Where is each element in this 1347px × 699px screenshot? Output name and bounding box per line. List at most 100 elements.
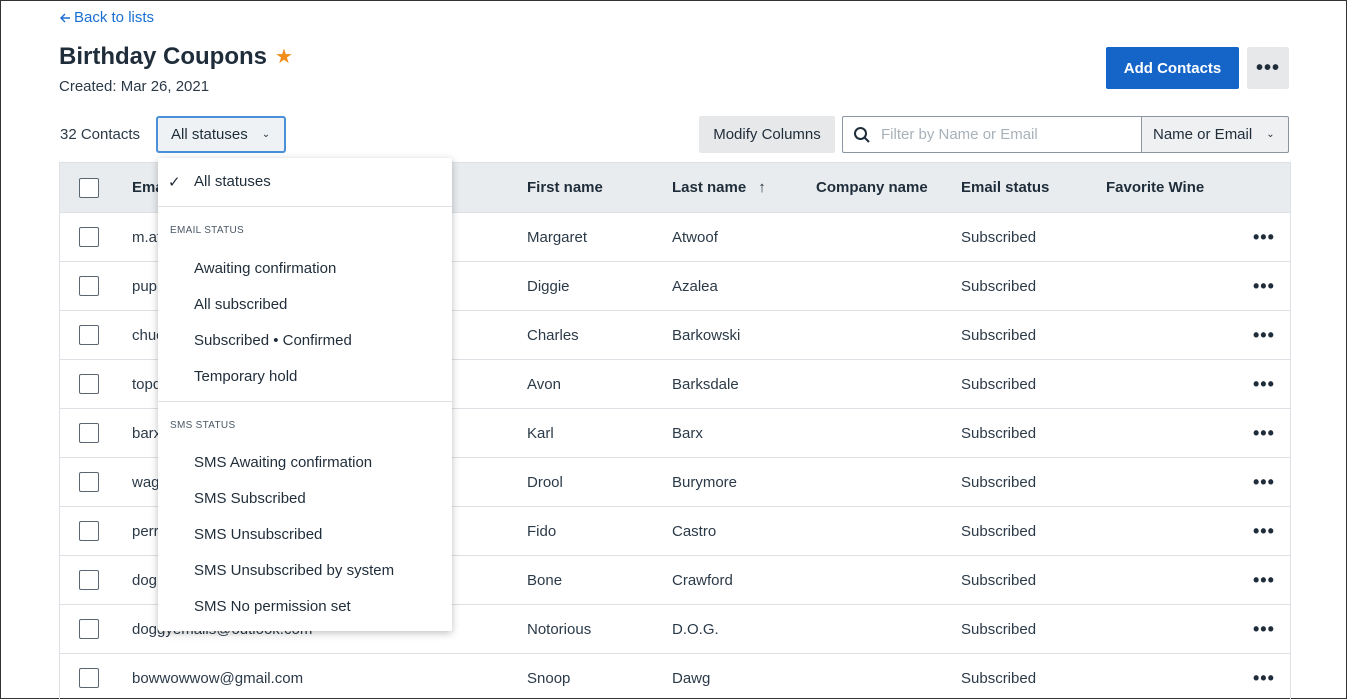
row-more-options-button[interactable]: ••• (1253, 472, 1275, 493)
dropdown-item-sms-status[interactable]: SMS Awaiting confirmation (194, 454, 372, 471)
search-scope-select[interactable]: Name or Email ⌄ (1141, 116, 1289, 153)
chevron-down-icon: ⌄ (1266, 129, 1275, 140)
sort-ascending-icon[interactable]: ↑ (758, 179, 766, 196)
cell-email: topd (132, 375, 162, 393)
column-first-name[interactable]: First name (527, 179, 603, 196)
dropdown-item-email-status[interactable]: Temporary hold (194, 368, 297, 385)
cell-last-name: Barx (672, 424, 703, 442)
status-filter-value: All statuses (171, 126, 248, 143)
dropdown-item-sms-status[interactable]: SMS Unsubscribed by system (194, 562, 394, 579)
dropdown-item-sms-status[interactable]: SMS Subscribed (194, 490, 306, 507)
cell-last-name: Azalea (672, 277, 718, 295)
cell-last-name: Barksdale (672, 375, 739, 393)
cell-email-status: Subscribed (961, 473, 1037, 491)
search-box (842, 116, 1142, 153)
column-favorite-wine[interactable]: Favorite Wine (1106, 179, 1204, 196)
cell-email: wag (132, 473, 160, 491)
star-icon[interactable]: ★ (275, 47, 293, 67)
row-more-options-button[interactable]: ••• (1253, 668, 1275, 689)
cell-email: m.at (132, 228, 162, 246)
back-to-lists-label: Back to lists (74, 9, 155, 26)
cell-email-status: Subscribed (961, 375, 1037, 393)
cell-email: barx (132, 424, 162, 442)
row-more-options-button[interactable]: ••• (1253, 423, 1275, 444)
column-email-status[interactable]: Email status (961, 179, 1049, 196)
dropdown-section-sms-status: SMS STATUS (170, 420, 236, 431)
row-checkbox[interactable] (79, 472, 99, 492)
status-dropdown-menu: ✓ All statuses EMAIL STATUS Awaiting con… (158, 158, 452, 631)
cell-last-name: Castro (672, 522, 717, 540)
dropdown-item-email-status[interactable]: Awaiting confirmation (194, 260, 336, 277)
row-checkbox[interactable] (79, 423, 99, 443)
dropdown-item-sms-status[interactable]: SMS Unsubscribed (194, 526, 322, 543)
cell-email: bowwowwow@gmail.com (132, 669, 304, 687)
cell-first-name: Charles (527, 326, 579, 344)
search-icon (854, 126, 870, 143)
dropdown-divider (158, 206, 452, 207)
cell-first-name: Snoop (527, 669, 571, 687)
dropdown-item-all-statuses[interactable]: All statuses (194, 173, 271, 190)
cell-email-status: Subscribed (961, 522, 1037, 540)
search-input[interactable] (881, 126, 1131, 143)
cell-first-name: Notorious (527, 620, 592, 638)
row-checkbox[interactable] (79, 374, 99, 394)
cell-last-name: Crawford (672, 571, 733, 589)
back-to-lists-link[interactable]: Back to lists (59, 9, 154, 26)
dropdown-divider (158, 401, 452, 402)
row-checkbox[interactable] (79, 276, 99, 296)
dropdown-item-email-status[interactable]: Subscribed • Confirmed (194, 332, 352, 349)
row-more-options-button[interactable]: ••• (1253, 570, 1275, 591)
row-more-options-button[interactable]: ••• (1253, 374, 1275, 395)
column-last-name[interactable]: Last name ↑ (672, 179, 766, 196)
more-options-button[interactable]: ••• (1247, 47, 1289, 89)
status-filter-select[interactable]: All statuses ⌄ (156, 116, 286, 153)
cell-email: dog (132, 571, 158, 589)
title-row: Birthday Coupons ★ (59, 43, 293, 71)
chevron-down-icon: ⌄ (261, 129, 271, 140)
cell-email-status: Subscribed (961, 620, 1037, 638)
contact-count: 32 Contacts (60, 126, 141, 143)
cell-first-name: Diggie (527, 277, 570, 295)
dropdown-item-email-status[interactable]: All subscribed (194, 296, 287, 313)
cell-last-name: Burymore (672, 473, 738, 491)
modify-columns-button[interactable]: Modify Columns (699, 116, 835, 153)
row-more-options-button[interactable]: ••• (1253, 619, 1275, 640)
cell-email: perr (132, 522, 159, 540)
search-scope-value: Name or Email (1153, 126, 1253, 143)
cell-email-status: Subscribed (961, 277, 1037, 295)
row-more-options-button[interactable]: ••• (1253, 325, 1275, 346)
add-contacts-button[interactable]: Add Contacts (1106, 47, 1239, 89)
cell-last-name: Atwoof (672, 228, 718, 246)
dropdown-section-email-status: EMAIL STATUS (170, 225, 244, 236)
cell-last-name: Dawg (672, 669, 711, 687)
column-last-name-label: Last name (672, 179, 747, 196)
cell-email-status: Subscribed (961, 228, 1037, 246)
row-more-options-button[interactable]: ••• (1253, 227, 1275, 248)
cell-first-name: Fido (527, 522, 557, 540)
row-checkbox[interactable] (79, 521, 99, 541)
cell-first-name: Avon (527, 375, 561, 393)
row-more-options-button[interactable]: ••• (1253, 521, 1275, 542)
row-checkbox[interactable] (79, 619, 99, 639)
cell-email-status: Subscribed (961, 669, 1037, 687)
cell-first-name: Margaret (527, 228, 588, 246)
created-date: Created: Mar 26, 2021 (59, 78, 210, 95)
check-icon: ✓ (168, 174, 181, 191)
cell-first-name: Karl (527, 424, 554, 442)
row-checkbox[interactable] (79, 668, 99, 688)
table-row[interactable]: bowwowwow@gmail.com Snoop Dawg Subscribed ••… (60, 653, 1290, 699)
row-more-options-button[interactable]: ••• (1253, 276, 1275, 297)
column-company-name[interactable]: Company name (816, 179, 928, 196)
cell-last-name: D.O.G. (672, 620, 719, 638)
dropdown-item-sms-status[interactable]: SMS No permission set (194, 598, 351, 615)
cell-last-name: Barkowski (672, 326, 741, 344)
cell-first-name: Drool (527, 473, 563, 491)
cell-first-name: Bone (527, 571, 563, 589)
cell-email-status: Subscribed (961, 424, 1037, 442)
row-checkbox[interactable] (79, 325, 99, 345)
row-checkbox[interactable] (79, 570, 99, 590)
cell-email-status: Subscribed (961, 326, 1037, 344)
row-checkbox[interactable] (79, 227, 99, 247)
select-all-checkbox[interactable] (79, 177, 99, 198)
arrow-left-icon (60, 13, 70, 22)
